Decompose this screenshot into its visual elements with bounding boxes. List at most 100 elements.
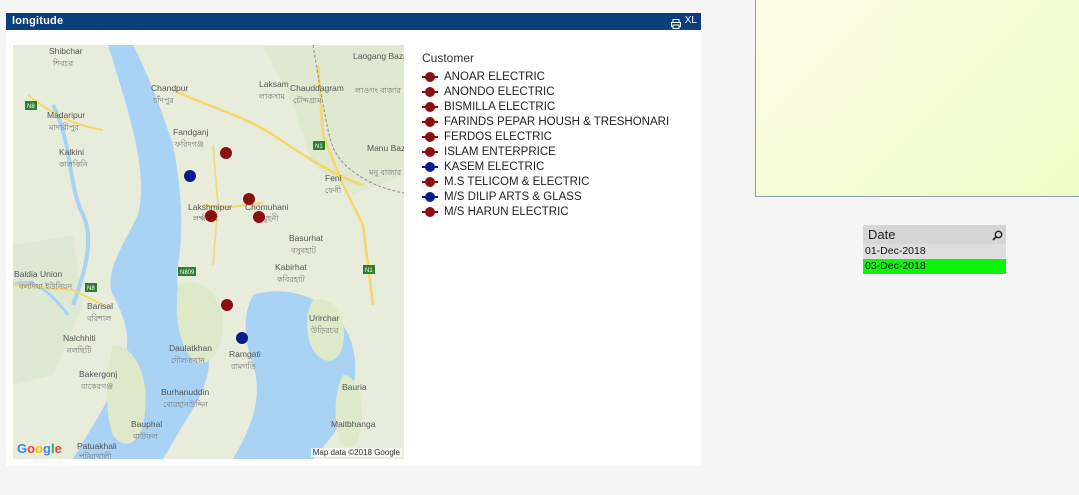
- place-kalkini: Kalkini: [59, 147, 84, 157]
- place-bakergonj: Bakergonj: [79, 369, 117, 379]
- legend-item[interactable]: M/S DILIP ARTS & GLASS: [422, 189, 697, 204]
- legend-label: M/S HARUN ELECTRIC: [444, 205, 569, 218]
- svg-text:রামগতি: রামগতি: [230, 362, 257, 371]
- legend-label: FERDOS ELECTRIC: [444, 130, 552, 143]
- legend-swatch: [422, 116, 438, 127]
- legend-label: M/S DILIP ARTS & GLASS: [444, 190, 582, 203]
- excel-export-button[interactable]: XL: [685, 15, 697, 27]
- legend-item[interactable]: BISMILLA ELECTRIC: [422, 99, 697, 114]
- legend-swatch: [422, 71, 438, 82]
- place-laogang: Laogang Bazaar: [353, 51, 404, 61]
- svg-text:বলদিয়া ইউনিয়ন: বলদিয়া ইউনিয়ন: [18, 281, 72, 291]
- map-area[interactable]: N8 N1 N809 N1 N8 Shibchar শিবচর Madaripu…: [13, 45, 404, 459]
- date-listbox-title: Date: [868, 227, 896, 242]
- map-point[interactable]: [243, 193, 255, 205]
- legend-item[interactable]: FERDOS ELECTRIC: [422, 129, 697, 144]
- svg-text:N8: N8: [87, 286, 95, 292]
- legend-item[interactable]: M.S TELICOM & ELECTRIC: [422, 174, 697, 189]
- legend-swatch: [422, 191, 438, 202]
- legend-item[interactable]: KASEM ELECTRIC: [422, 159, 697, 174]
- place-maitbhanga: Maitbhanga: [331, 419, 376, 429]
- map-point[interactable]: [253, 211, 265, 223]
- legend-item[interactable]: ANONDO ELECTRIC: [422, 84, 697, 99]
- map-copyright: Map data ©2018 Google: [310, 448, 402, 457]
- legend-item[interactable]: FARINDS PEPAR HOUSH & TRESHONARI: [422, 114, 697, 129]
- place-urirchar: Urirchar: [309, 313, 339, 323]
- map-point[interactable]: [221, 299, 233, 311]
- place-fandganj: Fandganj: [173, 127, 209, 137]
- map-point[interactable]: [220, 147, 232, 159]
- map-point[interactable]: [205, 210, 217, 222]
- date-listbox: Date 01-Dec-2018 03-Dec-2018: [863, 225, 1006, 275]
- place-feni: Feni: [325, 173, 342, 183]
- legend-swatch: [422, 101, 438, 112]
- svg-text:কালকিনি: কালকিনি: [58, 160, 88, 169]
- svg-text:লাকসাম: লাকসাম: [258, 92, 285, 101]
- map-chart-window: longitude XL N8 N1 N809 N1 N8 Shibchar শ…: [6, 13, 701, 466]
- place-madaripur: Madaripur: [47, 110, 85, 120]
- svg-text:দৌলতখান: দৌলতখান: [171, 356, 205, 365]
- place-bauphal: Bauphal: [131, 419, 162, 429]
- background-panel: [755, 0, 1079, 197]
- titlebar-icons: XL: [670, 15, 697, 29]
- legend: Customer ANOAR ELECTRIC ANONDO ELECTRIC BI…: [422, 51, 697, 219]
- legend-swatch: [422, 146, 438, 157]
- legend-item[interactable]: ANOAR ELECTRIC: [422, 69, 697, 84]
- svg-text:কবিরহাট: কবিরহাট: [276, 274, 305, 284]
- place-chauddagram: Chauddagram: [290, 83, 344, 93]
- svg-text:মনু বাজার: মনু বাজার: [368, 168, 402, 177]
- legend-swatch: [422, 176, 438, 187]
- road-shield-n8-b: N8: [85, 283, 97, 292]
- road-shield-n809: N809: [178, 267, 196, 276]
- svg-text:চাঁদপুর: চাঁদপুর: [152, 95, 174, 105]
- svg-text:ফরিদগঞ্জ: ফরিদগঞ্জ: [174, 140, 204, 149]
- svg-text:N809: N809: [180, 270, 195, 276]
- google-logo: Google: [17, 441, 62, 456]
- chart-titlebar[interactable]: longitude XL: [6, 13, 701, 30]
- print-icon[interactable]: [670, 16, 681, 29]
- place-barisal: Barisal: [87, 301, 113, 311]
- place-patuakhali: Patuakhali: [77, 441, 117, 451]
- svg-text:লাওগং বাজার: লাওগং বাজার: [354, 86, 401, 95]
- svg-text:N1: N1: [365, 268, 373, 274]
- place-bauria: Bauria: [342, 382, 367, 392]
- place-shibchar: Shibchar: [49, 46, 83, 56]
- legend-title: Customer: [422, 51, 475, 65]
- date-listbox-header[interactable]: Date: [863, 225, 1006, 244]
- svg-text:নলছিটি: নলছিটি: [66, 345, 92, 355]
- legend-item[interactable]: ISLAM ENTERPRICE: [422, 144, 697, 159]
- place-baldia-union: Baldia Union: [14, 269, 62, 279]
- chart-title: longitude: [12, 15, 64, 27]
- place-nalchhiti: Nalchhiti: [63, 333, 96, 343]
- svg-text:চৌদ্দগ্রাম: চৌদ্দগ্রাম: [293, 96, 322, 105]
- road-shield-n1-a: N1: [313, 141, 325, 150]
- legend-label: BISMILLA ELECTRIC: [444, 100, 556, 113]
- map-point[interactable]: [184, 170, 196, 182]
- road-shield-n8-a: N8: [25, 101, 37, 110]
- svg-text:শিবচর: শিবচর: [52, 59, 74, 68]
- svg-text:N1: N1: [315, 144, 323, 150]
- legend-label: M.S TELICOM & ELECTRIC: [444, 175, 590, 188]
- svg-text:বাকেরগঞ্জ: বাকেরগঞ্জ: [80, 382, 113, 391]
- legend-label: ANONDO ELECTRIC: [444, 85, 555, 98]
- legend-label: ISLAM ENTERPRICE: [444, 145, 556, 158]
- svg-text:বসুরহাট: বসুরহাট: [290, 245, 317, 255]
- legend-swatch: [422, 131, 438, 142]
- date-option-1[interactable]: 03-Dec-2018: [863, 259, 1006, 274]
- map-point[interactable]: [236, 332, 248, 344]
- road-shield-n1-b: N1: [363, 265, 375, 274]
- date-option-0[interactable]: 01-Dec-2018: [863, 244, 1006, 259]
- place-chandpur: Chandpur: [151, 83, 189, 93]
- place-kabirhat: Kabirhat: [275, 262, 307, 272]
- svg-text:মাদারীপুর: মাদারীপুর: [48, 122, 79, 132]
- legend-swatch: [422, 161, 438, 172]
- place-burhanuddin: Burhanuddin: [161, 387, 209, 397]
- search-icon[interactable]: [992, 228, 1003, 241]
- place-daulatkhan: Daulatkhan: [169, 343, 212, 353]
- legend-item[interactable]: M/S HARUN ELECTRIC: [422, 204, 697, 219]
- legend-items: ANOAR ELECTRIC ANONDO ELECTRIC BISMILLA EL…: [422, 69, 697, 219]
- place-manu-bazar: Manu Bazar: [367, 143, 404, 153]
- svg-text:ফেনী: ফেনী: [325, 185, 342, 195]
- svg-text:বাউফল: বাউফল: [132, 431, 159, 441]
- place-basurhat: Basurhat: [289, 233, 324, 243]
